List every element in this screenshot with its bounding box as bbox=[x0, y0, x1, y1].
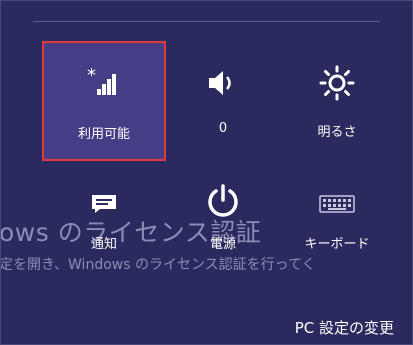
pc-settings-link[interactable]: PC 設定の変更 bbox=[295, 317, 394, 338]
keyboard-icon bbox=[319, 195, 355, 213]
volume-label: 0 bbox=[218, 121, 228, 136]
volume-icon bbox=[207, 69, 239, 97]
network-icon: * bbox=[87, 67, 121, 101]
top-divider bbox=[33, 21, 380, 22]
power-tile[interactable]: 電源 bbox=[161, 173, 285, 293]
network-label: 利用可能 bbox=[77, 127, 130, 142]
brightness-icon bbox=[319, 65, 355, 101]
brightness-tile[interactable]: 明るさ bbox=[275, 41, 399, 161]
svg-text:*: * bbox=[87, 67, 96, 86]
notifications-tile[interactable]: 通知 bbox=[42, 173, 166, 293]
brightness-label: 明るさ bbox=[317, 125, 357, 140]
volume-tile[interactable]: 0 bbox=[161, 41, 285, 161]
keyboard-label: キーボード bbox=[304, 237, 370, 252]
network-tile[interactable]: * 利用可能 bbox=[42, 41, 166, 161]
notifications-icon bbox=[90, 193, 118, 215]
notifications-label: 通知 bbox=[90, 237, 117, 252]
keyboard-tile[interactable]: キーボード bbox=[275, 173, 399, 293]
power-icon bbox=[206, 183, 240, 219]
settings-panel: ows のライセンス認証 定を開き、Windows のライセンス認証を行ってく … bbox=[0, 0, 413, 345]
power-label: 電源 bbox=[209, 237, 236, 252]
